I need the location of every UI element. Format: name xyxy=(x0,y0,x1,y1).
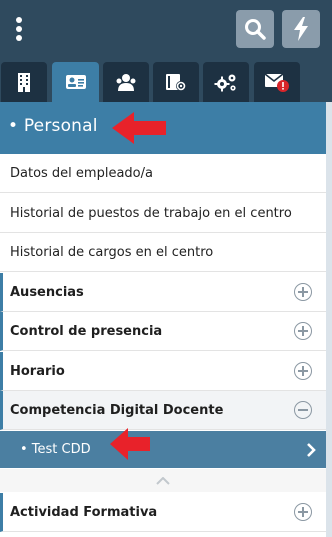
group-label: Control de presencia xyxy=(10,323,163,339)
group-label: Horario xyxy=(10,363,65,379)
menu-item-datos-empleado[interactable]: Datos del empleado/a xyxy=(0,154,326,193)
top-bar xyxy=(0,0,332,56)
annotation-arrow xyxy=(112,112,166,144)
collapse-minus-icon[interactable] xyxy=(294,401,312,419)
menu-item-label: Historial de cargos en el centro xyxy=(10,244,214,260)
menu-item-historial-puestos[interactable]: Historial de puestos de trabajo en el ce… xyxy=(0,194,326,233)
scrollbar[interactable] xyxy=(326,102,332,537)
group-competencia-digital[interactable]: Competencia Digital Docente xyxy=(0,391,326,430)
vertical-dots-icon[interactable] xyxy=(12,17,26,43)
tab-documentos[interactable] xyxy=(153,62,199,102)
group-control-presencia[interactable]: Control de presencia xyxy=(0,312,326,351)
search-icon xyxy=(245,19,266,40)
section-title: • Personal xyxy=(8,116,98,136)
menu-item-historial-cargos[interactable]: Historial de cargos en el centro xyxy=(0,233,326,272)
tab-personal[interactable] xyxy=(52,62,99,102)
gears-icon xyxy=(214,74,236,92)
chevron-right-icon xyxy=(307,443,316,457)
users-icon xyxy=(116,74,136,91)
group-label: Actividad Formativa xyxy=(10,504,158,520)
submenu-item-label: • Test CDD xyxy=(20,442,91,457)
chevron-up-icon xyxy=(156,476,170,485)
group-label: Competencia Digital Docente xyxy=(10,402,224,418)
tab-bar xyxy=(0,56,332,102)
expand-plus-icon[interactable] xyxy=(294,503,312,521)
tab-centro[interactable] xyxy=(1,62,47,102)
menu-item-label: Datos del empleado/a xyxy=(10,165,153,181)
group-horario[interactable]: Horario xyxy=(0,352,326,391)
group-label: Ausencias xyxy=(10,284,84,300)
collapse-up-button[interactable] xyxy=(0,469,326,492)
tab-alumnado[interactable] xyxy=(103,62,149,102)
submenu-item-test-cdd[interactable]: • Test CDD xyxy=(0,431,326,468)
quick-actions-button[interactable] xyxy=(282,10,320,48)
building-icon xyxy=(18,73,30,92)
expand-plus-icon[interactable] xyxy=(294,362,312,380)
tab-comunicaciones[interactable] xyxy=(254,62,300,102)
lightning-icon xyxy=(294,17,308,41)
group-actividad-formativa[interactable]: Actividad Formativa xyxy=(0,493,326,532)
mail-alert-icon xyxy=(264,73,289,92)
expand-plus-icon[interactable] xyxy=(294,283,312,301)
book-settings-icon xyxy=(166,74,186,91)
search-button[interactable] xyxy=(236,10,274,48)
group-ausencias[interactable]: Ausencias xyxy=(0,273,326,312)
annotation-arrow xyxy=(110,428,150,460)
tab-utilidades[interactable] xyxy=(203,62,249,102)
id-card-icon xyxy=(65,75,86,89)
expand-plus-icon[interactable] xyxy=(294,322,312,340)
menu-item-label: Historial de puestos de trabajo en el ce… xyxy=(10,205,292,221)
